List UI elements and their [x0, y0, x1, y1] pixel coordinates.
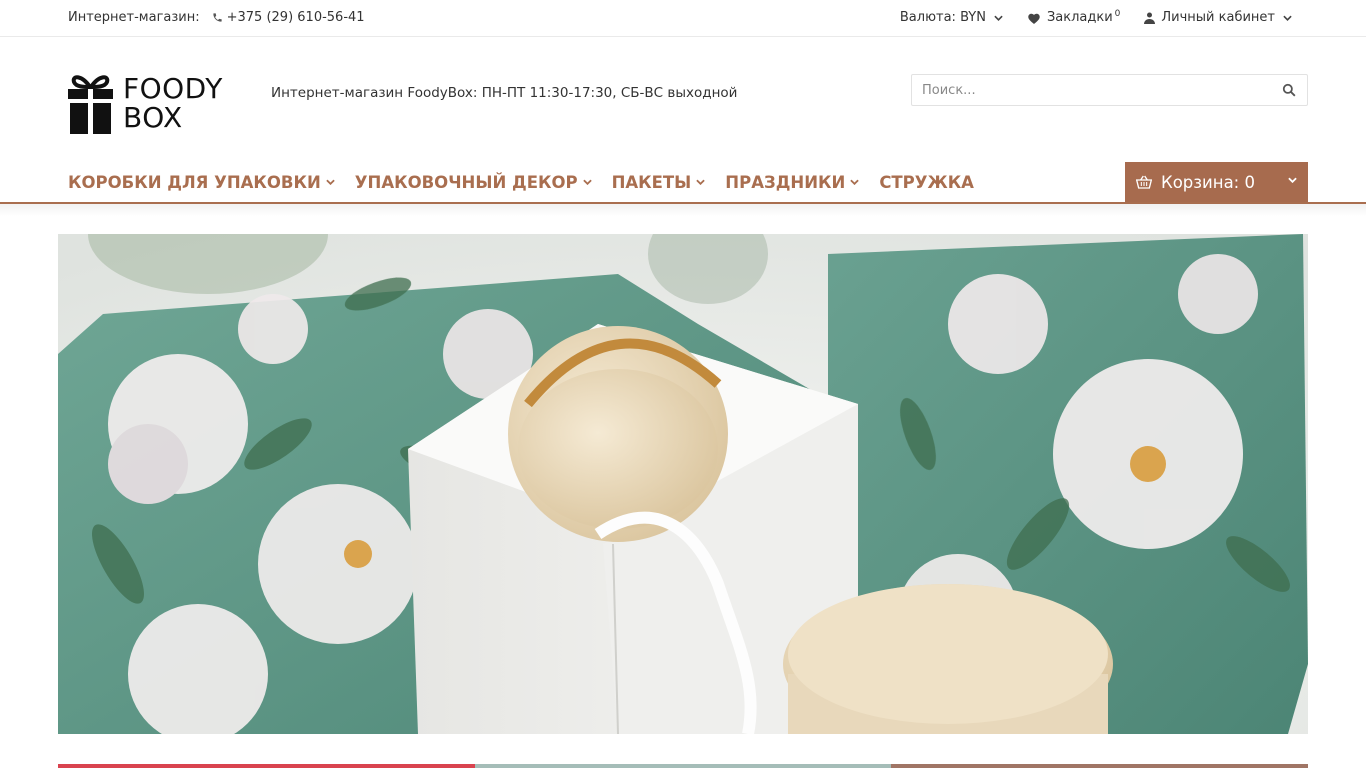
chevron-down-icon	[326, 179, 335, 185]
top-bar: Интернет-магазин: +375 (29) 610-56-41 Ва…	[0, 0, 1366, 37]
chevron-down-icon	[696, 179, 706, 185]
logo-text: FOODY BOX	[123, 74, 223, 132]
phone-icon	[213, 13, 222, 22]
top-bar-actions: Валюта: BYN Закладки 0 Личный кабинет	[876, 8, 1292, 25]
menu-item-label: УПАКОВОЧНЫЙ ДЕКОР	[354, 172, 578, 192]
phone-link[interactable]: +375 (29) 610-56-41	[212, 10, 365, 25]
search-icon	[1282, 83, 1296, 97]
slider-indicator-1[interactable]	[58, 764, 475, 768]
banner-image	[58, 234, 1308, 734]
logo-line-2: BOX	[123, 101, 183, 134]
slider-indicator-2[interactable]	[475, 764, 891, 768]
store-hours-tagline: Интернет-магазин FoodyBox: ПН-ПТ 11:30-1…	[271, 85, 738, 101]
shop-label: Интернет-магазин:	[68, 10, 200, 25]
cart-label: Корзина: 0	[1161, 172, 1255, 192]
chevron-down-icon	[1288, 177, 1297, 183]
currency-dropdown[interactable]: Валюта: BYN	[900, 10, 1003, 25]
contact-info: Интернет-магазин: +375 (29) 610-56-41	[68, 10, 365, 25]
gift-box-icon	[68, 74, 113, 134]
slider-indicator-3[interactable]	[891, 764, 1308, 768]
search-input[interactable]	[912, 75, 1271, 105]
bookmarks-count: 0	[1114, 8, 1121, 19]
currency-label: Валюта: BYN	[899, 10, 986, 25]
menu-item-label: СТРУЖКА	[879, 172, 974, 192]
chevron-down-icon	[1283, 15, 1292, 21]
menu-item-decor[interactable]: УПАКОВОЧНЫЙ ДЕКОР	[355, 173, 592, 192]
search-bar	[911, 74, 1308, 106]
chevron-down-icon	[994, 15, 1003, 21]
menu-item-label: КОРОБКИ ДЛЯ УПАКОВКИ	[68, 172, 321, 192]
search-button[interactable]	[1271, 75, 1307, 105]
hero-banner[interactable]	[58, 234, 1308, 734]
menu-item-shavings[interactable]: СТРУЖКА	[879, 173, 974, 192]
menu-item-bags[interactable]: ПАКЕТЫ	[612, 173, 706, 192]
bookmarks-label: Закладки	[1046, 10, 1113, 25]
phone-number: +375 (29) 610-56-41	[226, 10, 365, 25]
menu-item-holidays[interactable]: ПРАЗДНИКИ	[725, 172, 860, 192]
chevron-down-icon	[582, 179, 592, 185]
chevron-down-icon	[850, 179, 860, 185]
logo[interactable]: FOODY BOX	[68, 71, 238, 135]
menu-item-label: ПРАЗДНИКИ	[725, 172, 846, 192]
user-icon	[1144, 12, 1156, 24]
account-dropdown[interactable]: Личный кабинет	[1144, 10, 1292, 25]
bookmarks-link[interactable]: Закладки 0	[1027, 8, 1121, 25]
logo-line-1: FOODY	[123, 72, 223, 105]
menu-item-boxes[interactable]: КОРОБКИ ДЛЯ УПАКОВКИ	[68, 173, 335, 192]
main-menu: КОРОБКИ ДЛЯ УПАКОВКИ УПАКОВОЧНЫЙ ДЕКОР П…	[68, 162, 994, 202]
menu-item-label: ПАКЕТЫ	[611, 172, 692, 192]
menu-shadow	[0, 204, 1366, 216]
heart-icon	[1028, 13, 1040, 24]
basket-icon	[1136, 175, 1152, 189]
account-label: Личный кабинет	[1161, 10, 1275, 25]
cart-button[interactable]: Корзина: 0	[1125, 162, 1308, 202]
